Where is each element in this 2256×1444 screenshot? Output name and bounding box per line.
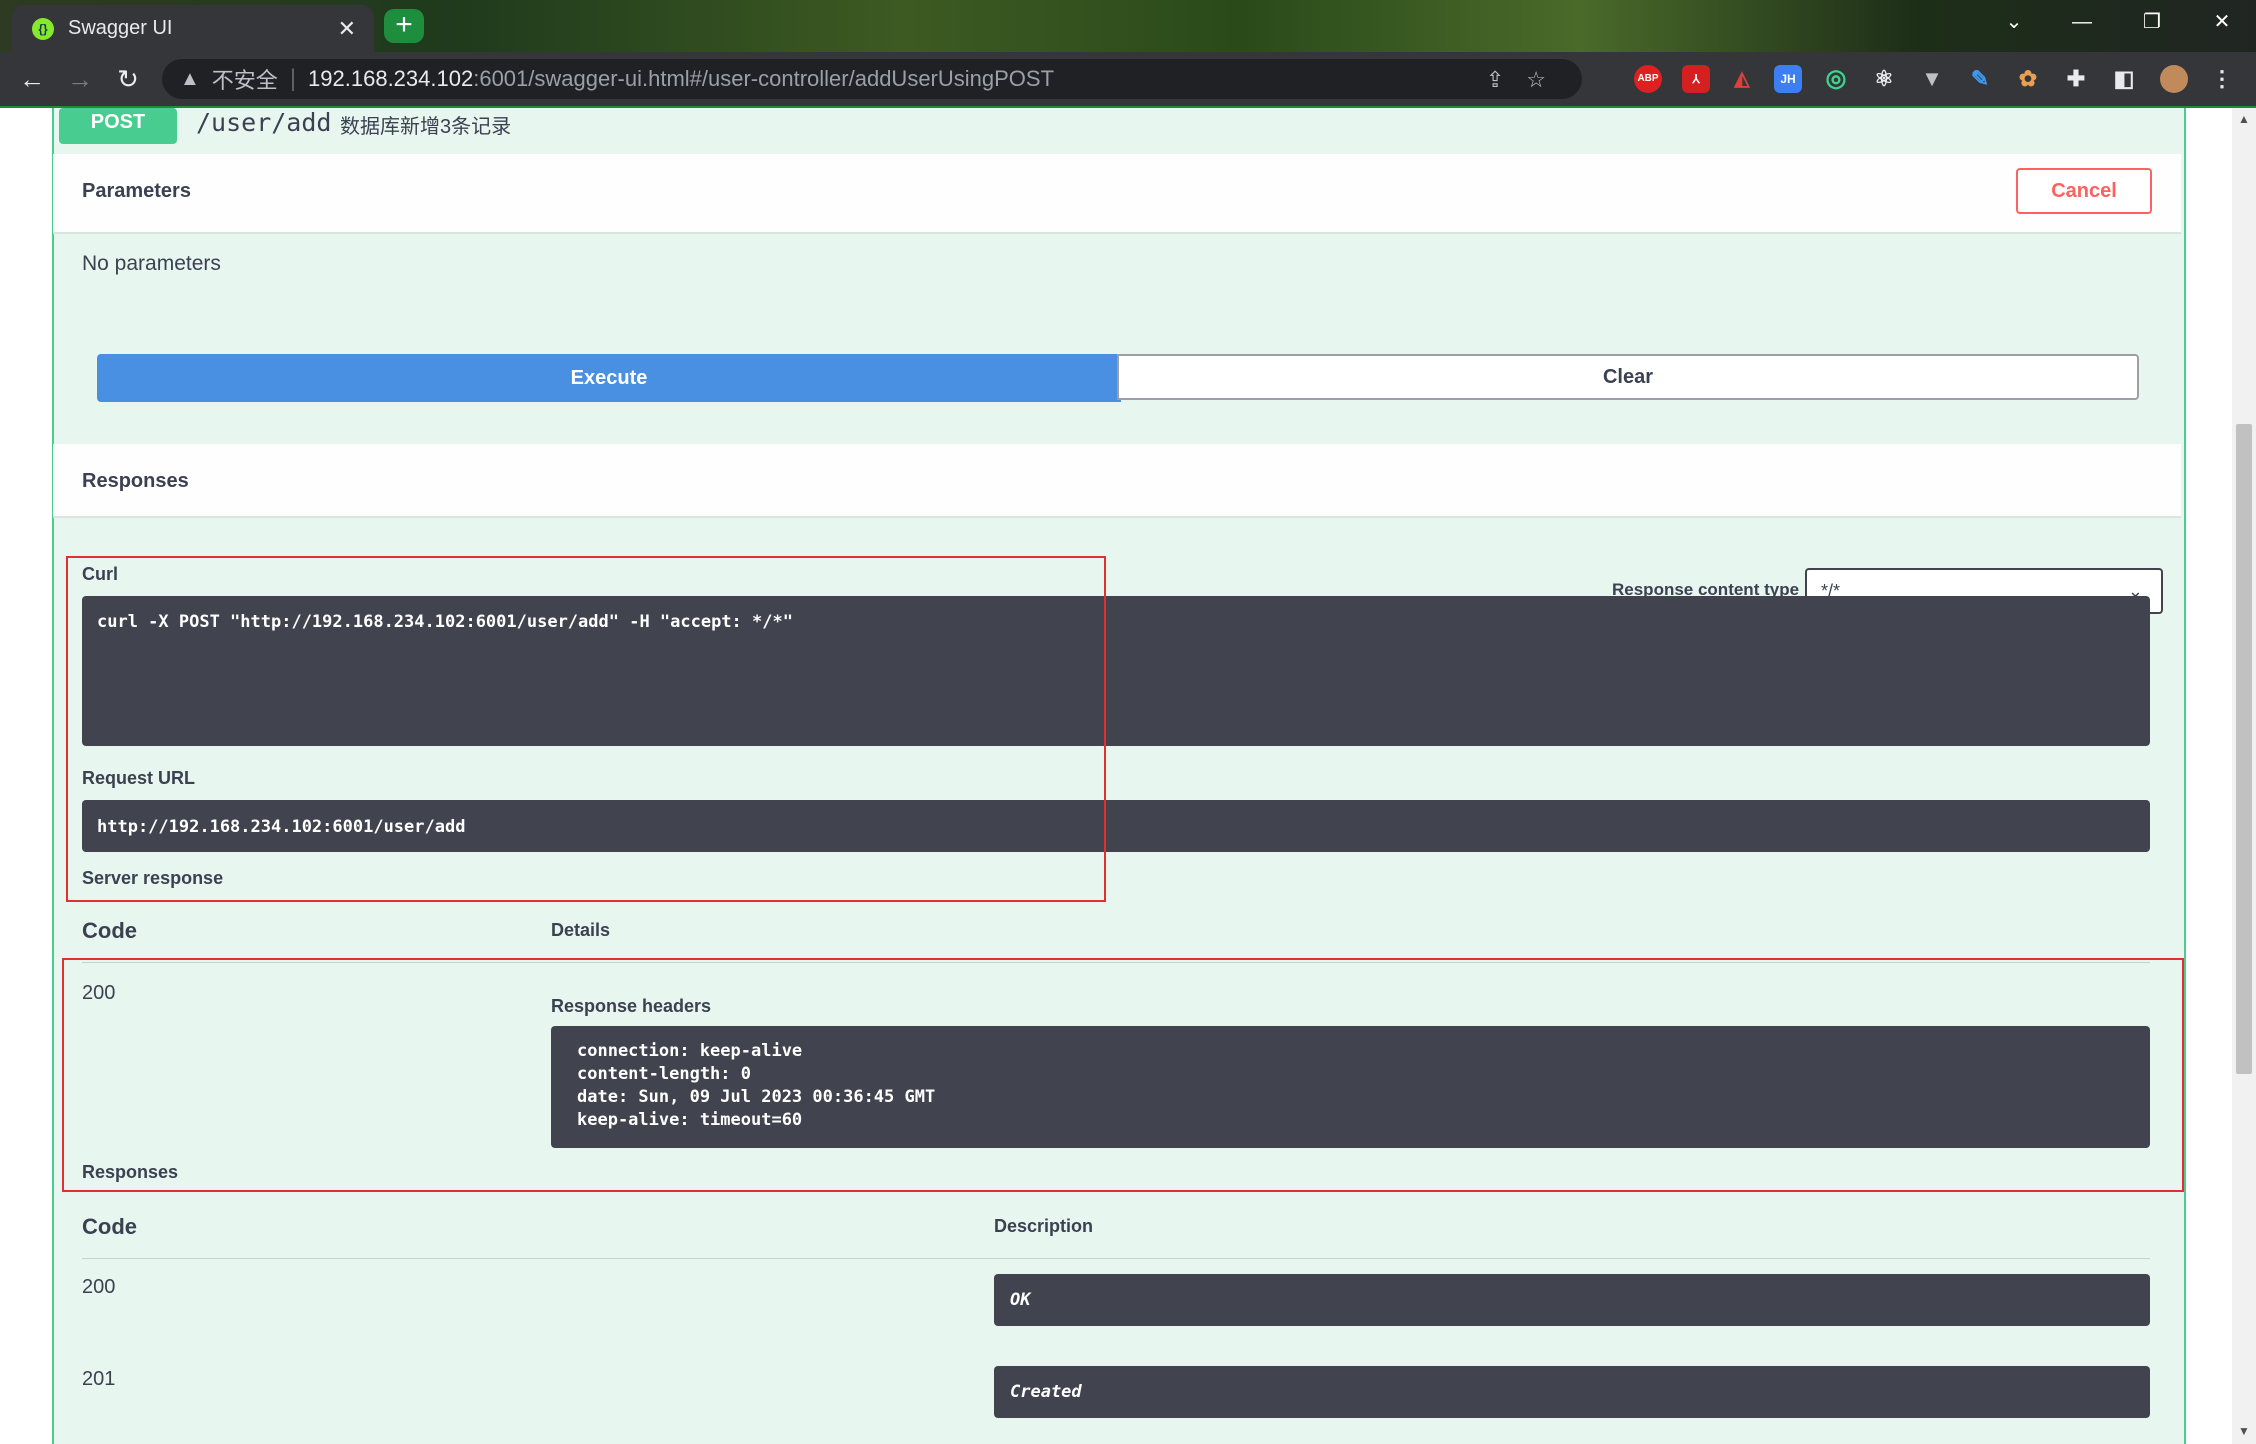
documented-response-description-201: Created xyxy=(994,1366,2150,1418)
documented-responses-divider xyxy=(82,1258,2150,1259)
reload-icon[interactable]: ↻ xyxy=(108,60,148,98)
parameters-title: Parameters xyxy=(82,180,191,202)
url-host: 192.168.234.102 xyxy=(308,66,474,91)
scrollbar-thumb[interactable] xyxy=(2236,424,2252,1074)
operation-summary: 数据库新增3条记录 xyxy=(340,116,512,138)
documented-description-header: Description xyxy=(994,1216,1094,1236)
pdf-extension-icon[interactable]: ⅄ xyxy=(1682,65,1710,93)
swagger-favicon-icon: {} xyxy=(32,17,54,40)
close-window-icon[interactable]: ✕ xyxy=(2188,0,2256,44)
address-separator: | xyxy=(289,65,297,92)
warning-triangle-icon: ▲ xyxy=(180,67,200,90)
share-and-bookmark-icons[interactable]: ⇪☆ xyxy=(1486,67,1568,93)
picker-extension-icon[interactable]: ✎ xyxy=(1966,65,1994,93)
documented-response-description-200: OK xyxy=(994,1274,2150,1326)
documented-response-code-200: 200 xyxy=(82,1276,116,1298)
annotation-box-response xyxy=(62,958,2184,1192)
restore-window-icon[interactable]: ❐ xyxy=(2118,0,2186,44)
vue-extension-icon[interactable]: ▼ xyxy=(1918,65,1946,93)
minimize-window-icon[interactable]: — xyxy=(2048,0,2116,44)
back-arrow-icon[interactable]: ← xyxy=(12,60,52,98)
new-tab-button[interactable]: + xyxy=(384,9,424,43)
not-secure-label: 不安全 xyxy=(211,68,278,93)
cookie-extension-icon[interactable]: ✿ xyxy=(2014,65,2042,93)
parameters-header: Parameters xyxy=(53,154,2181,234)
server-response-code-header: Code xyxy=(82,918,137,943)
jh-extension-icon[interactable]: JH xyxy=(1774,65,1802,93)
browser-tab-bar: {} Swagger UI ✕ + ⌄ — ❐ ✕ xyxy=(0,0,2256,52)
browser-menu-icon[interactable]: ⋮ xyxy=(2208,65,2236,93)
browser-toolbar: ← → ↻ ▲ 不安全 | 192.168.234.102 :6001/swag… xyxy=(0,52,2256,106)
operation-path[interactable]: /user/add xyxy=(196,108,331,137)
description-text: Created xyxy=(1010,1382,1082,1402)
browser-tab-swagger[interactable]: {} Swagger UI ✕ xyxy=(12,5,374,52)
documented-response-code-201: 201 xyxy=(82,1368,116,1390)
address-bar[interactable]: ▲ 不安全 | 192.168.234.102 :6001/swagger-ui… xyxy=(162,59,1582,99)
documented-code-header: Code xyxy=(82,1214,137,1239)
page-scrollbar[interactable]: ▲ ▼ xyxy=(2232,108,2256,1444)
description-text: OK xyxy=(1010,1290,1031,1310)
responses-title: Responses xyxy=(82,470,189,492)
scroll-up-icon[interactable]: ▲ xyxy=(2236,112,2252,126)
responses-header: Responses xyxy=(53,444,2181,518)
http-method-badge[interactable]: POST xyxy=(59,108,177,144)
profile-avatar-icon[interactable] xyxy=(2160,65,2188,93)
target-extension-icon[interactable]: ◎ xyxy=(1822,65,1850,93)
url-path: :6001/swagger-ui.html#/user-controller/a… xyxy=(473,66,1055,91)
puzzle-extensions-icon[interactable]: ✚ xyxy=(2062,65,2090,93)
adblock-extension-icon[interactable]: ABP xyxy=(1634,65,1662,93)
annotation-box-request xyxy=(66,556,1106,902)
clear-button[interactable]: Clear xyxy=(1117,354,2139,400)
execute-button[interactable]: Execute xyxy=(97,354,1121,402)
server-response-details-header: Details xyxy=(551,920,611,940)
scroll-down-icon[interactable]: ▼ xyxy=(2236,1424,2252,1438)
no-parameters-text: No parameters xyxy=(82,252,221,275)
cancel-button[interactable]: Cancel xyxy=(2016,168,2152,214)
side-panel-icon[interactable]: ◧ xyxy=(2110,65,2138,93)
swagger-page: POST /user/add 数据库新增3条记录 Parameters Canc… xyxy=(0,108,2256,1444)
react-extension-icon[interactable]: ⚛ xyxy=(1870,65,1898,93)
tab-search-chevron-icon[interactable]: ⌄ xyxy=(1980,0,2048,44)
mountain-extension-icon[interactable]: ◭ xyxy=(1728,65,1756,93)
forward-arrow-icon[interactable]: → xyxy=(60,60,100,98)
close-tab-icon[interactable]: ✕ xyxy=(338,16,356,42)
tab-title: Swagger UI xyxy=(68,17,173,39)
